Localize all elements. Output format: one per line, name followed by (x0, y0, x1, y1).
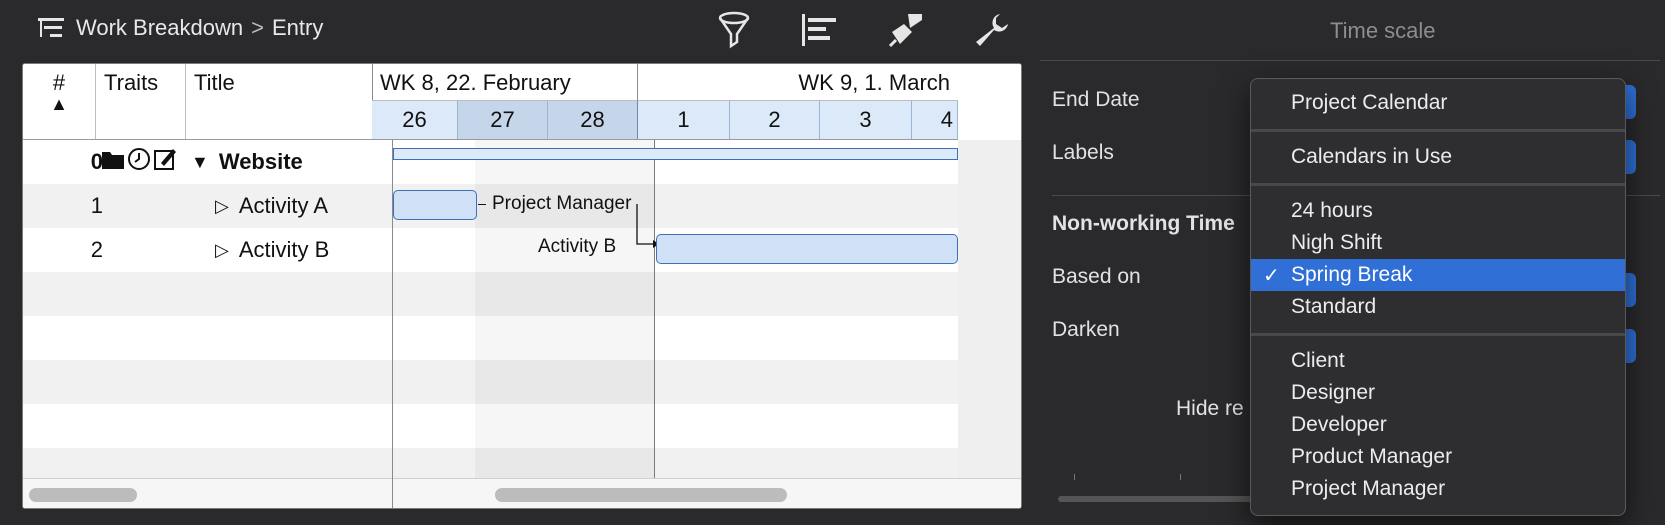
summary-bar[interactable] (393, 148, 958, 160)
based-on-label: Based on (1052, 265, 1141, 288)
label-connector (478, 204, 486, 205)
disclosure-closed-icon[interactable]: ▷ (215, 196, 229, 217)
row-number: 1 (90, 193, 103, 218)
task-bar-activity-a[interactable] (393, 190, 477, 220)
row-number: 2 (90, 237, 103, 262)
nonworking-time-heading: Non-working Time (1052, 212, 1235, 235)
calendar-dropdown-menu: Project Calendar Calendars in Use 24 hou… (1250, 78, 1626, 516)
menu-item-calendars-in-use[interactable]: Calendars in Use (1251, 141, 1625, 173)
labels-label: Labels (1052, 141, 1114, 164)
column-header-number[interactable]: # ▲ (23, 64, 96, 139)
table-horizontal-scrollbar[interactable] (29, 488, 137, 502)
column-header-traits[interactable]: Traits (96, 64, 186, 139)
traits-cell (101, 140, 201, 184)
nonworking-band (475, 140, 654, 478)
day-header: 1 (638, 101, 730, 139)
darken-label: Darken (1052, 318, 1120, 341)
day-header: 2 (730, 101, 820, 139)
breadcrumb-item-work-breakdown[interactable]: Work Breakdown (76, 15, 243, 41)
day-header: 26 (372, 101, 458, 139)
menu-item-project-calendar[interactable]: Project Calendar (1251, 87, 1625, 119)
day-header: 28 (548, 101, 638, 139)
row-title: ▼ Website (191, 149, 303, 174)
disclosure-open-icon[interactable]: ▼ (191, 152, 209, 173)
settings-wrench-icon[interactable] (970, 8, 1014, 52)
vertical-scroll-area[interactable] (958, 140, 1021, 508)
work-breakdown-icon (36, 14, 68, 42)
gantt-layout-icon[interactable] (798, 8, 842, 52)
style-brush-icon[interactable] (884, 8, 928, 52)
week-divider (654, 140, 655, 478)
column-header-title[interactable]: Title (186, 64, 373, 139)
week-header-9: WK 9, 1. March (638, 64, 958, 101)
task-label: Activity B (538, 236, 617, 257)
breadcrumb-separator: > (251, 15, 264, 40)
menu-item-spring-break[interactable]: ✓ Spring Break (1251, 259, 1625, 291)
task-resource-label: Project Manager (492, 193, 632, 214)
row-title: ▷ Activity A (215, 193, 329, 218)
gantt-header: # ▲ Traits Title WK 8, 22. February WK 9… (23, 64, 1021, 140)
day-header: 3 (820, 101, 912, 139)
hide-label: Hide re (1176, 397, 1244, 420)
clock-icon (127, 147, 151, 177)
inspector-title: Time scale (1330, 18, 1436, 43)
breadcrumb: Work Breakdown > Entry (36, 14, 323, 42)
menu-item-standard[interactable]: Standard (1251, 291, 1625, 323)
disclosure-closed-icon[interactable]: ▷ (215, 240, 229, 261)
menu-item-nigh-shift[interactable]: Nigh Shift (1251, 227, 1625, 259)
checkmark-icon: ✓ (1263, 264, 1280, 287)
folder-icon (101, 148, 125, 176)
task-bar-activity-b[interactable] (656, 234, 958, 264)
menu-item-product-manager[interactable]: Product Manager (1251, 441, 1625, 473)
timeline-horizontal-scrollbar[interactable] (495, 488, 787, 502)
day-header: 4 (912, 101, 958, 139)
row-title: ▷ Activity B (215, 237, 330, 262)
menu-item-project-manager[interactable]: Project Manager (1251, 473, 1625, 505)
gantt-chart: 0 ▼ Website 1 ▷ Activity A Project Manag… (22, 63, 1022, 509)
row-number: 0 (90, 149, 103, 174)
menu-item-client[interactable]: Client (1251, 345, 1625, 377)
sort-ascending-icon: ▲ (50, 94, 68, 114)
menu-item-designer[interactable]: Designer (1251, 377, 1625, 409)
breadcrumb-item-entry[interactable]: Entry (272, 15, 323, 41)
menu-item-developer[interactable]: Developer (1251, 409, 1625, 441)
toolbar: Work Breakdown > Entry (0, 0, 1030, 58)
filter-icon[interactable] (712, 8, 756, 52)
menu-item-24-hours[interactable]: 24 hours (1251, 195, 1625, 227)
day-header: 27 (458, 101, 548, 139)
week-header-8: WK 8, 22. February (372, 64, 638, 101)
end-date-label: End Date (1052, 88, 1140, 111)
note-icon (153, 147, 177, 177)
